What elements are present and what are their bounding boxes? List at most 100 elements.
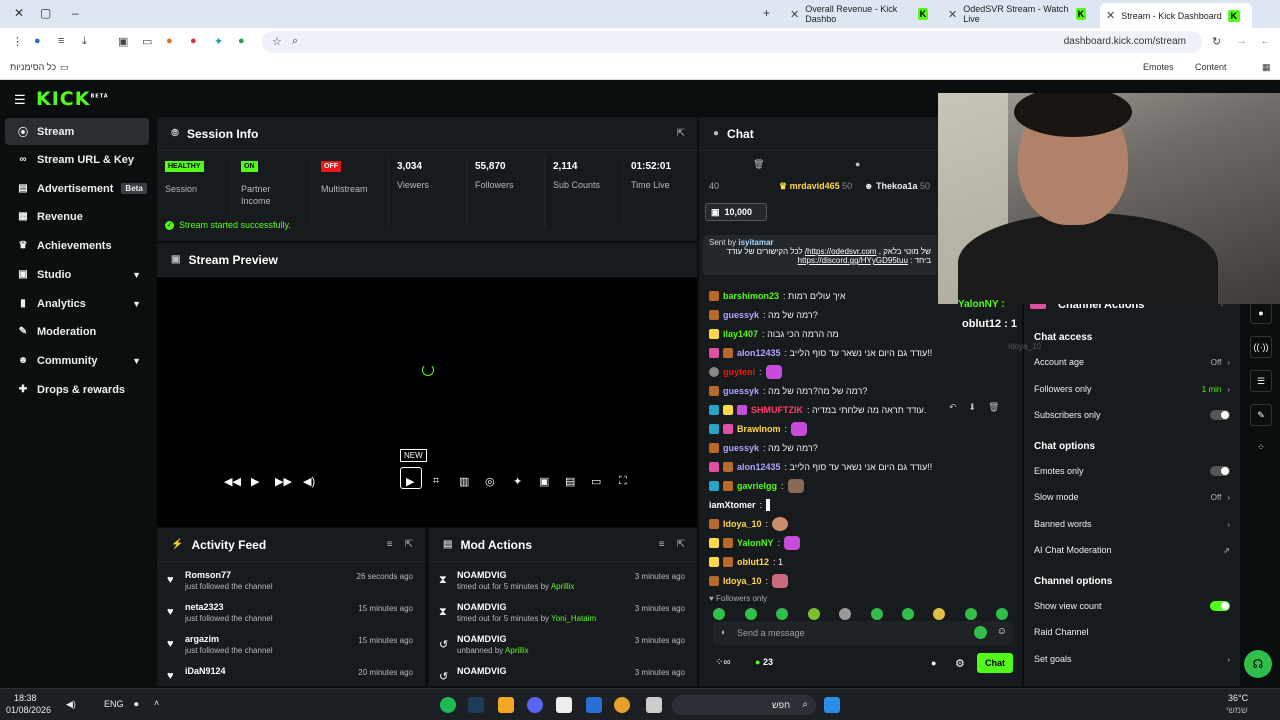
chat-message[interactable]: Brawlnom:	[709, 420, 1029, 438]
chat-message[interactable]: Idoya_10:	[709, 515, 1029, 533]
show-view-count-toggle[interactable]	[1210, 601, 1230, 611]
minimize-window-icon[interactable]: –	[72, 6, 79, 20]
sidebar-item-studio[interactable]: ▣ Studio ▼	[5, 261, 149, 288]
emote-icon[interactable]	[745, 608, 757, 620]
subscribers-only-setting[interactable]: Subscribers only	[1034, 405, 1230, 425]
emotes-only-toggle[interactable]	[1210, 466, 1230, 476]
list-icon[interactable]: ☰	[1250, 370, 1272, 392]
emote-icon[interactable]	[713, 608, 725, 620]
filter-icon[interactable]: ≡	[387, 539, 393, 550]
filter-icon[interactable]: ≡	[659, 539, 665, 550]
bookmark-content[interactable]: Content	[1195, 62, 1227, 72]
bookmark-emotes[interactable]: Emotes	[1143, 62, 1174, 72]
raid-channel-setting[interactable]: Raid Channel	[1034, 622, 1230, 642]
extensions-icon[interactable]: ≡	[58, 35, 64, 47]
camera-icon[interactable]: ▶	[406, 475, 414, 488]
emote-icon[interactable]	[871, 608, 883, 620]
spotify-icon[interactable]	[440, 697, 456, 713]
extension-green-icon[interactable]: ●	[238, 35, 245, 47]
fullscreen-icon[interactable]: ⛶	[619, 475, 627, 488]
theater-icon[interactable]: ▭	[591, 475, 601, 488]
reload-icon[interactable]: ↻	[1212, 35, 1221, 48]
gift-goal-pill[interactable]: ▣ 10,000	[705, 203, 767, 221]
account-age-setting[interactable]: Account age Off ›	[1034, 352, 1230, 372]
chat-bubble-icon[interactable]: ●	[931, 658, 936, 668]
send-chat-button[interactable]: Chat	[977, 653, 1013, 673]
new-tab-icon[interactable]: +	[763, 6, 770, 20]
pin-icon[interactable]: ⬇	[969, 402, 977, 413]
kick-logo[interactable]: KICKBETA	[36, 88, 109, 110]
sidebar-item-advertisement[interactable]: ▤ Advertisement Beta	[5, 175, 149, 202]
volume-icon[interactable]: ◀)	[66, 699, 76, 710]
chat-message[interactable]: oblut12: 1	[709, 553, 1029, 571]
subscribers-only-toggle[interactable]	[1210, 410, 1230, 420]
weather-temp[interactable]: 36°C	[1228, 693, 1248, 703]
forward-icon[interactable]: →	[1236, 35, 1247, 47]
chat-message[interactable]: gavrielgg:	[709, 477, 1029, 495]
top-gifter[interactable]: ☻ Thekoa1a 50	[864, 181, 930, 191]
chat-message[interactable]: guessyk: רמה של מה?רמה של מה?	[709, 382, 1029, 400]
extension-red-icon[interactable]: ●	[190, 35, 197, 47]
mic-icon[interactable]: ⏺	[134, 699, 139, 710]
play-icon[interactable]: ▶	[251, 475, 259, 488]
volume-icon[interactable]: ◀)	[303, 475, 315, 488]
set-goals-setting[interactable]: Set goals ›	[1034, 649, 1230, 669]
sidebar-item-achievements[interactable]: ♛ Achievements	[5, 232, 149, 259]
extension-orange-icon[interactable]: ●	[166, 35, 173, 47]
chat-message[interactable]: Idoya_10:	[709, 572, 1029, 590]
kick-points[interactable]: ● 23	[755, 657, 773, 667]
close-tab-icon[interactable]: ✕	[948, 8, 957, 21]
popout-icon[interactable]: ⇱	[677, 539, 685, 550]
show-view-count-setting[interactable]: Show view count	[1034, 596, 1230, 616]
wrench-icon[interactable]: ✎	[1250, 404, 1272, 426]
tab-overall-revenue[interactable]: ✕ Overall Revenue - Kick Dashbo K	[784, 4, 934, 24]
tab-odedsvr-stream[interactable]: ✕ OdedSVR Stream - Watch Live K	[942, 4, 1092, 24]
support-chat-icon[interactable]: ☊	[1244, 650, 1272, 678]
more-icon[interactable]: ⁘	[1250, 436, 1272, 458]
crop-icon[interactable]: ⌗	[433, 475, 439, 488]
rewind-icon[interactable]: ◀◀	[224, 475, 241, 488]
trash-icon[interactable]: 🗑	[753, 159, 764, 170]
popout-icon[interactable]: ⇱	[405, 539, 413, 550]
layout-icon[interactable]: ▥	[459, 475, 469, 488]
emote-icon[interactable]	[902, 608, 914, 620]
sidebar-item-analytics[interactable]: ▮ Analytics ▼	[5, 290, 149, 317]
taskbar-search[interactable]: חפש ⌕	[672, 695, 816, 715]
sidebar-item-moderation[interactable]: ✎ Moderation	[5, 318, 149, 345]
sidebar-item-revenue[interactable]: ▦ Revenue	[5, 203, 149, 230]
sidebar-item-stream[interactable]: ⦿ Stream	[5, 118, 149, 145]
chat-input[interactable]: ◐ Send a message ☺	[713, 621, 1013, 645]
emotes-only-setting[interactable]: Emotes only	[1034, 461, 1230, 481]
language-indicator[interactable]: ENG	[104, 699, 124, 709]
emote-icon[interactable]	[839, 608, 851, 620]
sidebar-item-drops[interactable]: ✚ Drops & rewards	[5, 376, 149, 403]
windows-start-icon[interactable]	[824, 697, 840, 713]
sidebar-item-community[interactable]: ☻ Community ▼	[5, 347, 149, 374]
smiley-icon[interactable]: ☺	[997, 626, 1007, 637]
sparkle-icon[interactable]: ✦	[513, 475, 522, 488]
profile-icon[interactable]: ●	[34, 35, 41, 47]
slow-mode-setting[interactable]: Slow mode Off ›	[1034, 487, 1230, 507]
ai-moderation-setting[interactable]: AI Chat Moderation ⇗	[1034, 540, 1230, 560]
emote-icon[interactable]	[965, 608, 977, 620]
cast-icon[interactable]: ▭	[142, 35, 152, 48]
followers-only-setting[interactable]: Followers only 1 min ›	[1034, 379, 1230, 399]
popout-icon[interactable]: ⇱	[677, 128, 685, 139]
pinned-link[interactable]: https://odedsvr.com/	[805, 247, 877, 256]
chat-message[interactable]: alon12435: עודד גם היום אני נשאר עד סוף …	[709, 458, 1029, 476]
steam-icon[interactable]	[468, 697, 484, 713]
emote-picker-icon[interactable]	[974, 626, 987, 639]
chat-settings-icon[interactable]: ●	[855, 159, 860, 169]
close-window-icon[interactable]: ✕	[14, 6, 24, 20]
puzzle-icon[interactable]: ▣	[118, 35, 128, 48]
top-gifter[interactable]: ♛ mrdavid465 50	[779, 181, 852, 192]
weather-desc[interactable]: שמשי	[1226, 705, 1248, 715]
menu-dots-icon[interactable]: ⋮	[12, 35, 23, 48]
close-tab-icon[interactable]: ✕	[790, 8, 799, 21]
pinned-link[interactable]: https://discord.gg/HYyGD95tuu	[798, 256, 908, 265]
fast-forward-icon[interactable]: ▶▶	[275, 475, 292, 488]
chat-bubble-icon[interactable]: ●	[1250, 302, 1272, 324]
emote-icon[interactable]	[808, 608, 820, 620]
grid-icon[interactable]	[586, 697, 602, 713]
file-explorer-icon[interactable]	[646, 697, 662, 713]
